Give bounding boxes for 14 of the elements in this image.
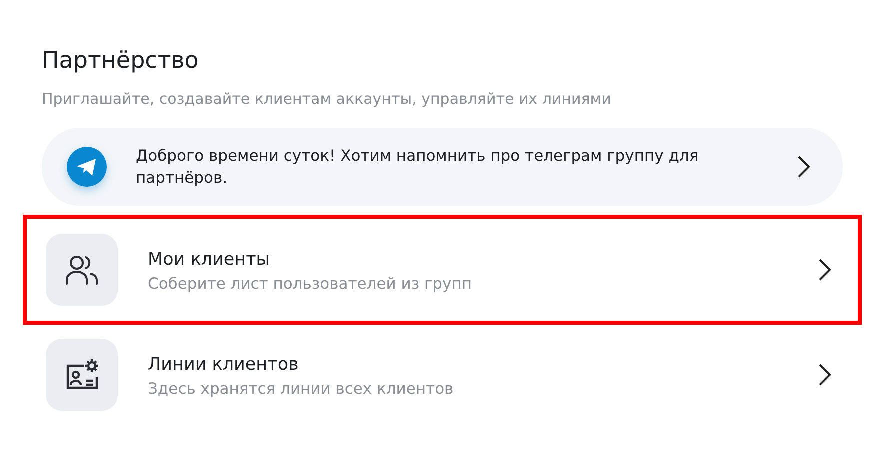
chevron-icon [818, 363, 832, 387]
section-title: Партнёрство [42, 47, 200, 76]
section-subtitle: Приглашайте, создавайте клиентам аккаунты, управляйте их линиями [42, 90, 612, 108]
menu-item[interactable]: Мои клиенты Соберите лист пользователей из групп [23, 215, 862, 325]
telegram-banner[interactable]: Доброго времени суток! Хотим напомнить про телеграм группу для партнёров. [42, 128, 843, 206]
banner-text: Доброго времени суток! Хотим напомнить про телеграм группу для партнёров. [136, 146, 700, 189]
item-subtitle: Здесь хранятся линии всех клиентов [148, 380, 454, 398]
chevron-icon [818, 258, 832, 282]
item-title: Линии клиентов [148, 354, 300, 376]
menu-item[interactable]: Линии клиентов Здесь хранятся линии всех клиентов [23, 327, 862, 429]
item-title: Мои клиенты [148, 248, 272, 272]
item-subtitle: Соберите лист пользователей из групп [148, 274, 472, 292]
chevron-icon [797, 155, 811, 179]
telegram-icon [67, 147, 107, 187]
